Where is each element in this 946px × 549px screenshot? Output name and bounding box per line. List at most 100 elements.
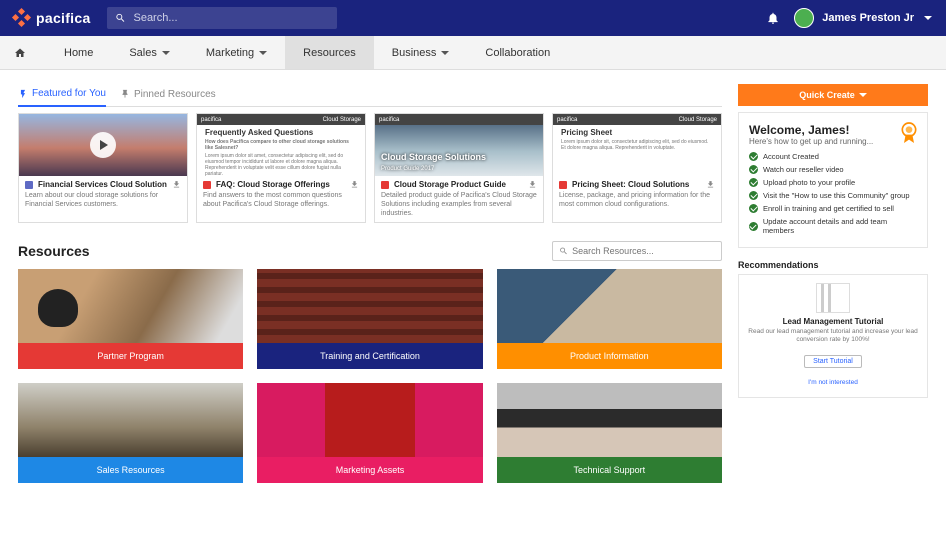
search-icon — [115, 12, 126, 24]
dismiss-recommendation-link[interactable]: I'm not interested — [808, 379, 858, 386]
welcome-subtitle: Here's how to get up and running... — [749, 137, 917, 146]
recommendation-thumbnail — [816, 283, 850, 313]
checklist-item[interactable]: Upload photo to your profile — [749, 178, 917, 187]
nav-item-marketing[interactable]: Marketing — [188, 36, 285, 69]
file-icon — [559, 181, 567, 189]
right-sidebar: Quick Create Welcome, James! Here's how … — [738, 84, 928, 483]
chevron-down-icon — [259, 51, 267, 55]
featured-thumbnail: pacificaCloud StorageFrequently Asked Qu… — [197, 114, 365, 176]
resources-search-input[interactable] — [572, 246, 715, 256]
chevron-down-icon — [859, 93, 867, 97]
download-icon[interactable] — [350, 180, 359, 189]
home-icon[interactable] — [14, 47, 26, 59]
primary-nav: HomeSalesMarketingResourcesBusinessColla… — [0, 36, 946, 70]
tab-label: Featured for You — [32, 88, 106, 99]
checklist-item[interactable]: Enroll in training and get certified to … — [749, 204, 917, 213]
resource-image — [497, 269, 722, 343]
file-icon — [381, 181, 389, 189]
user-menu-caret-icon[interactable] — [924, 16, 932, 20]
file-icon — [203, 181, 211, 189]
recommendations-heading: Recommendations — [738, 260, 928, 270]
checklist-item[interactable]: Update account details and add team memb… — [749, 217, 917, 235]
resource-label: Technical Support — [497, 457, 722, 483]
checklist-item[interactable]: Watch our reseller video — [749, 165, 917, 174]
user-name[interactable]: James Preston Jr — [822, 12, 914, 24]
featured-desc: Find answers to the most common question… — [203, 191, 359, 209]
resources-search[interactable] — [552, 241, 722, 261]
quick-create-label: Quick Create — [799, 90, 855, 100]
check-icon — [749, 204, 758, 213]
main-content: Featured for You Pinned Resources Financ… — [0, 70, 946, 497]
start-tutorial-button[interactable]: Start Tutorial — [804, 355, 862, 368]
resource-label: Training and Certification — [257, 343, 482, 369]
checklist-item[interactable]: Account Created — [749, 152, 917, 161]
chevron-down-icon — [162, 51, 170, 55]
tab-pinned-resources[interactable]: Pinned Resources — [120, 84, 216, 106]
notifications-icon[interactable] — [766, 11, 780, 25]
resource-card[interactable]: Product Information — [497, 269, 722, 369]
featured-tabs: Featured for You Pinned Resources — [18, 84, 722, 107]
pin-icon — [120, 89, 130, 99]
file-icon — [25, 181, 33, 189]
global-search-input[interactable] — [133, 12, 328, 24]
welcome-panel: Welcome, James! Here's how to get up and… — [738, 112, 928, 248]
global-search[interactable] — [107, 7, 337, 29]
recommendation-title: Lead Management Tutorial — [747, 317, 919, 326]
featured-row: Financial Services Cloud Solution Learn a… — [18, 113, 722, 223]
featured-meta: Pricing Sheet: Cloud Solutions License, p… — [553, 176, 721, 213]
resource-card[interactable]: Technical Support — [497, 383, 722, 483]
featured-card[interactable]: pacificaCloud StorageFrequently Asked Qu… — [196, 113, 366, 223]
nav-item-business[interactable]: Business — [374, 36, 468, 69]
resource-image — [257, 383, 482, 457]
nav-item-resources[interactable]: Resources — [285, 36, 374, 69]
logo-icon — [14, 10, 30, 26]
topbar: pacifica James Preston Jr — [0, 0, 946, 36]
download-icon[interactable] — [528, 180, 537, 189]
resources-heading: Resources — [18, 243, 90, 259]
checklist-item[interactable]: Visit the "How to use this Community" gr… — [749, 191, 917, 200]
search-icon — [559, 246, 568, 256]
ribbon-badge-icon — [899, 121, 919, 145]
resource-image — [497, 383, 722, 457]
featured-meta: Cloud Storage Product Guide Detailed prod… — [375, 176, 543, 222]
featured-title: Financial Services Cloud Solution — [38, 180, 167, 189]
checklist-label: Update account details and add team memb… — [763, 217, 917, 235]
left-column: Featured for You Pinned Resources Financ… — [18, 84, 722, 483]
recommendation-card: Lead Management Tutorial Read our lead m… — [738, 274, 928, 398]
download-icon[interactable] — [172, 180, 181, 189]
nav-item-collaboration[interactable]: Collaboration — [467, 36, 568, 69]
check-icon — [749, 191, 758, 200]
user-avatar[interactable] — [794, 8, 814, 28]
featured-desc: Detailed product guide of Pacifica's Clo… — [381, 191, 537, 218]
play-icon[interactable] — [90, 132, 116, 158]
check-icon — [749, 222, 758, 231]
resource-card[interactable]: Marketing Assets — [257, 383, 482, 483]
nav-item-sales[interactable]: Sales — [111, 36, 188, 69]
check-icon — [749, 165, 758, 174]
checklist-label: Enroll in training and get certified to … — [763, 204, 894, 213]
resource-image — [257, 269, 482, 343]
chevron-down-icon — [441, 51, 449, 55]
resource-card[interactable]: Partner Program — [18, 269, 243, 369]
featured-card[interactable]: pacificaCloud Storage SolutionsProduct G… — [374, 113, 544, 223]
featured-card[interactable]: Financial Services Cloud Solution Learn a… — [18, 113, 188, 223]
featured-card[interactable]: pacificaCloud StoragePricing SheetLorem … — [552, 113, 722, 223]
featured-desc: Learn about our cloud storage solutions … — [25, 191, 181, 209]
download-icon[interactable] — [706, 180, 715, 189]
recommendations-panel: Recommendations Lead Management Tutorial… — [738, 260, 928, 398]
quick-create-button[interactable]: Quick Create — [738, 84, 928, 106]
featured-thumbnail: pacificaCloud StoragePricing SheetLorem … — [553, 114, 721, 176]
welcome-title: Welcome, James! — [749, 123, 917, 137]
nav-item-home[interactable]: Home — [46, 36, 111, 69]
featured-thumbnail — [19, 114, 187, 176]
tab-featured-for-you[interactable]: Featured for You — [18, 84, 106, 107]
featured-title: Pricing Sheet: Cloud Solutions — [572, 180, 689, 189]
featured-title: Cloud Storage Product Guide — [394, 180, 506, 189]
check-icon — [749, 178, 758, 187]
featured-title: FAQ: Cloud Storage Offerings — [216, 180, 330, 189]
check-icon — [749, 152, 758, 161]
featured-desc: License, package, and pricing informatio… — [559, 191, 715, 209]
resource-label: Product Information — [497, 343, 722, 369]
resource-card[interactable]: Sales Resources — [18, 383, 243, 483]
resource-card[interactable]: Training and Certification — [257, 269, 482, 369]
